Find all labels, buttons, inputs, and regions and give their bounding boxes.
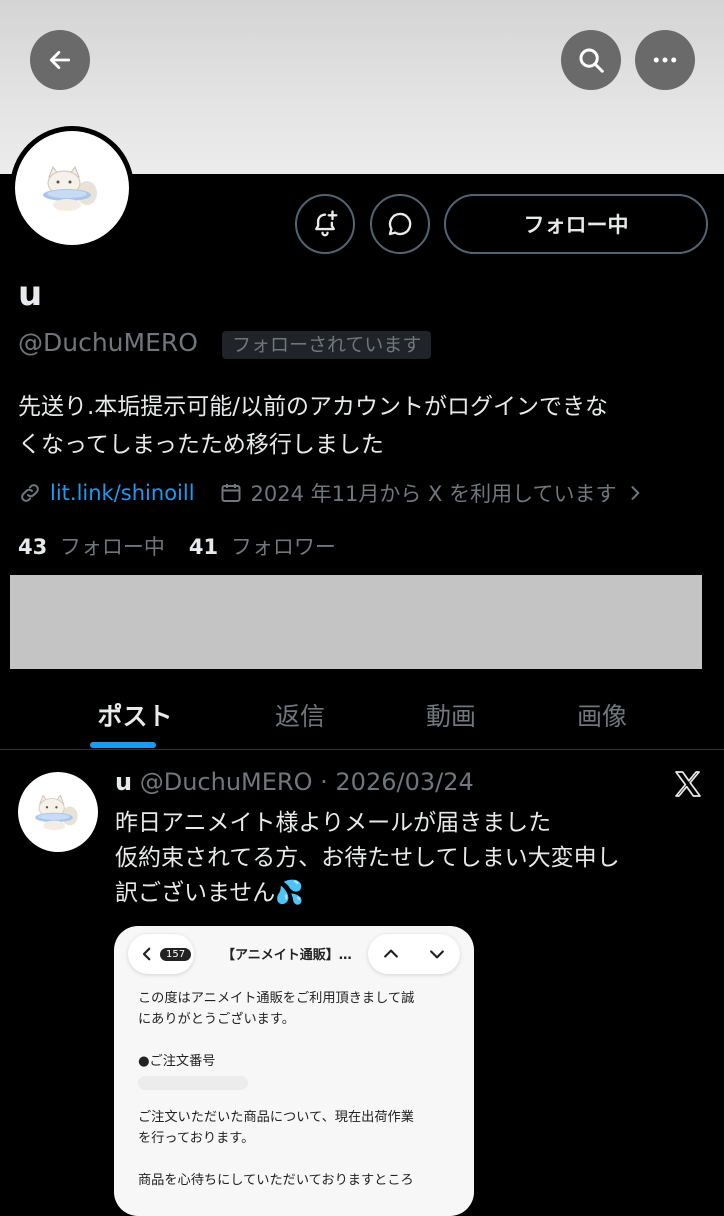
profile-link[interactable]: lit.link/shinoill bbox=[50, 481, 195, 505]
tweet-date[interactable]: 2026/03/24 bbox=[335, 768, 473, 796]
bio-line: くなってしまったため移行しました bbox=[18, 432, 384, 458]
tweet-image[interactable]: 157 【アニメイト通販】… この度はアニメイト通販をご利用頂きまして誠 にあり… bbox=[114, 926, 474, 1216]
chevron-left-icon bbox=[142, 947, 151, 961]
tweet-avatar[interactable] bbox=[18, 772, 98, 852]
tweet-text: 昨日アニメイト様よりメールが届きました 仮約束されてる方、お待たせしてしまい大変… bbox=[115, 806, 705, 911]
profile-avatar[interactable] bbox=[10, 126, 134, 250]
tweet-line: 昨日アニメイト様よりメールが届きました bbox=[115, 810, 552, 836]
redacted-area bbox=[10, 575, 702, 669]
following-count: 43 bbox=[18, 535, 48, 559]
email-line: この度はアニメイト通販をご利用頂きまして誠 bbox=[138, 991, 415, 1006]
arrow-left-icon bbox=[49, 51, 71, 69]
tab-posts[interactable]: ポスト bbox=[0, 680, 270, 750]
more-horizontal-icon bbox=[653, 57, 677, 63]
chevron-down-icon bbox=[430, 950, 444, 959]
tab-videos[interactable]: 動画 bbox=[330, 680, 572, 750]
followers-label: フォロワー bbox=[230, 535, 336, 559]
tweet-author-name[interactable]: u bbox=[115, 768, 132, 796]
email-nav-pill bbox=[368, 934, 460, 974]
profile-bio: 先送り.本垢提示可能/以前のアカウントがログインできな くなってしまったため移行… bbox=[18, 388, 708, 464]
x-logo bbox=[672, 768, 704, 804]
divider bbox=[0, 749, 724, 750]
calendar-icon bbox=[221, 484, 241, 502]
email-line: 商品を心待ちにしていただいておりますところ bbox=[138, 1173, 414, 1188]
profile-meta: lit.link/shinoill 2024 年11月から X を利用しています bbox=[18, 478, 645, 508]
follow-stats: 43 フォロー中 41 フォロワー bbox=[18, 531, 336, 561]
followers-stat[interactable]: 41 フォロワー bbox=[189, 531, 336, 561]
cat-avatar-image bbox=[35, 794, 78, 831]
active-tab-indicator bbox=[90, 742, 156, 748]
tab-replies[interactable]: 返信 bbox=[270, 680, 330, 750]
back-button[interactable] bbox=[30, 30, 90, 90]
email-line: を行っております。 bbox=[138, 1131, 255, 1146]
follows-you-badge: フォローされています bbox=[222, 331, 432, 359]
following-button[interactable]: フォロー中 bbox=[444, 194, 708, 254]
following-button-label: フォロー中 bbox=[523, 213, 629, 237]
profile-tabs: ポスト 返信 動画 画像 bbox=[0, 680, 724, 750]
cat-avatar-image bbox=[43, 165, 97, 211]
profile-handle: @DuchuMERO bbox=[18, 328, 198, 357]
tweet-line: 訳ございません💦 bbox=[115, 880, 304, 906]
chat-bubble-icon bbox=[388, 212, 412, 236]
notify-button[interactable] bbox=[295, 194, 355, 254]
following-label: フォロー中 bbox=[59, 535, 165, 559]
email-line: にありがとうございます。 bbox=[138, 1012, 295, 1027]
order-heading: ●ご注文番号 bbox=[138, 1054, 216, 1069]
more-button[interactable] bbox=[635, 30, 695, 90]
following-stat[interactable]: 43 フォロー中 bbox=[18, 531, 165, 561]
link-icon bbox=[21, 484, 39, 502]
tweet-header: u @DuchuMERO · 2026/03/24 bbox=[115, 768, 474, 796]
bio-line: 先送り.本垢提示可能/以前のアカウントがログインできな bbox=[18, 394, 609, 420]
chevron-up-icon bbox=[384, 949, 398, 958]
x-logo-icon bbox=[675, 771, 701, 797]
tweet-author-handle[interactable]: @DuchuMERO bbox=[140, 768, 313, 796]
search-button[interactable] bbox=[561, 30, 621, 90]
followers-count: 41 bbox=[188, 535, 219, 559]
joined-date[interactable]: 2024 年11月から X を利用しています bbox=[251, 478, 617, 508]
profile-name: u bbox=[18, 274, 43, 314]
email-line: ご注文いただいた商品について、現在出荷作業 bbox=[138, 1110, 414, 1125]
email-subject: 【アニメイト通販】… bbox=[222, 948, 352, 963]
chevron-right-icon bbox=[631, 486, 639, 500]
message-button[interactable] bbox=[370, 194, 430, 254]
tab-images[interactable]: 画像 bbox=[572, 680, 632, 750]
blurred-order-number bbox=[138, 1076, 248, 1090]
tweet-line: 仮約束されてる方、お待たせしてしまい大変申し bbox=[115, 845, 620, 871]
email-back-pill: 157 bbox=[128, 934, 194, 974]
tweet-separator: · bbox=[320, 768, 328, 796]
bell-plus-icon bbox=[315, 210, 338, 237]
search-icon bbox=[579, 48, 604, 73]
unread-count-badge: 157 bbox=[160, 947, 192, 961]
email-body: この度はアニメイト通販をご利用頂きまして誠 にありがとうございます。 ●ご注文番… bbox=[138, 988, 458, 1191]
